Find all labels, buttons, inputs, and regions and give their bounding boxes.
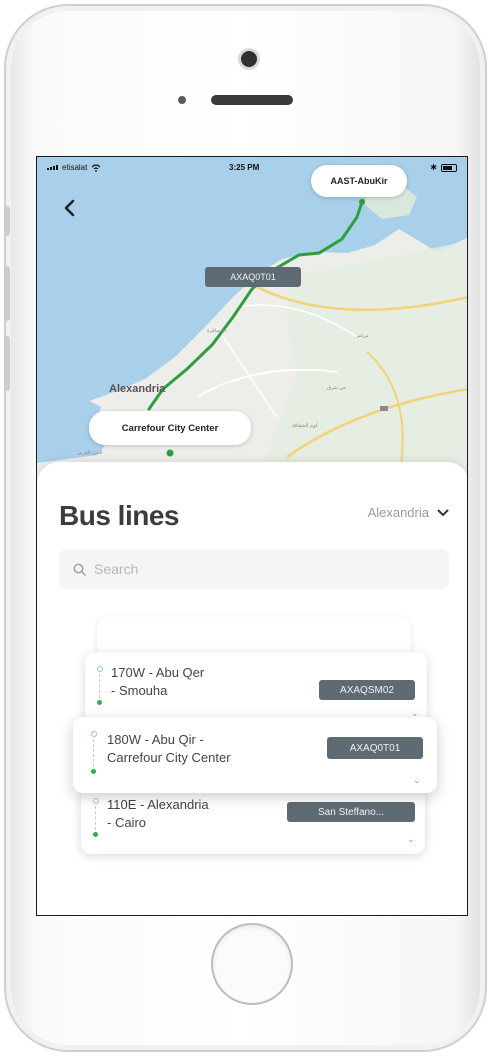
proximity-sensor xyxy=(178,96,186,104)
search-icon xyxy=(73,563,86,576)
carrier-name: etisalat xyxy=(62,163,88,172)
bus-line-name: 110E - Alexandria xyxy=(107,797,209,812)
map-place-label-city: Alexandria xyxy=(109,383,166,395)
status-time: 3:25 PM xyxy=(229,163,260,172)
chevron-left-icon xyxy=(64,199,75,217)
bus-line-card[interactable]: 170W - Abu Qer - Smouha AXAQSM02 ⌄ xyxy=(85,652,427,722)
front-camera xyxy=(241,51,257,67)
bus-lines-sheet: Bus lines Alexandria 170W - Abu Qer - Sm… xyxy=(37,462,467,915)
mute-switch xyxy=(4,206,10,236)
bus-position-tag[interactable]: AXAQ0T01 xyxy=(205,267,301,287)
route-end-dot xyxy=(93,832,98,837)
bus-line-tag: AXAQSM02 xyxy=(319,680,415,700)
status-bar: etisalat 3:25 PM ✱ xyxy=(37,157,467,179)
battery-icon xyxy=(441,163,457,172)
chevron-down-icon: ⌄ xyxy=(407,834,415,844)
search-input[interactable] xyxy=(94,561,394,577)
route-start-dot xyxy=(91,731,97,737)
bus-line-name: 180W - Abu Qir - xyxy=(107,732,204,747)
svg-text:كوم الشقافة: كوم الشقافة xyxy=(292,423,319,429)
svg-text:مرغم: مرغم xyxy=(357,333,369,339)
city-selector-label: Alexandria xyxy=(367,505,429,520)
phone-frame: العصافرة مرغم حي شرق كوم الشقافة الحي ال… xyxy=(4,4,487,1052)
bluetooth-icon: ✱ xyxy=(430,163,437,172)
bus-line-card[interactable]: 110E - Alexandria - Cairo San Steffano..… xyxy=(81,788,425,854)
route-start-dot xyxy=(93,798,99,804)
city-selector[interactable]: Alexandria xyxy=(368,505,449,520)
chevron-down-icon xyxy=(437,509,449,516)
app-screen: العصافرة مرغم حي شرق كوم الشقافة الحي ال… xyxy=(36,156,468,916)
bus-line-card-selected[interactable]: 180W - Abu Qir - Carrefour City Center A… xyxy=(73,717,437,793)
route-start-dot xyxy=(97,666,103,672)
volume-up-button xyxy=(4,266,10,321)
earpiece-speaker xyxy=(211,95,293,105)
search-bar[interactable] xyxy=(59,549,449,589)
svg-text:حي شرق: حي شرق xyxy=(327,385,346,391)
chevron-down-icon: ⌄ xyxy=(413,775,421,785)
volume-down-button xyxy=(4,336,10,391)
svg-text:العصافرة: العصافرة xyxy=(207,328,226,334)
route-end-dot xyxy=(97,700,102,705)
back-button[interactable] xyxy=(57,195,83,221)
bus-line-name-cont: - Smouha xyxy=(111,683,168,698)
route-end-dot xyxy=(91,769,96,774)
route-end-pill[interactable]: Carrefour City Center xyxy=(89,411,251,445)
cell-signal-icon xyxy=(47,165,58,170)
bus-line-tag: San Steffano... xyxy=(287,802,415,822)
bus-line-tag: AXAQ0T01 xyxy=(327,737,423,759)
home-button[interactable] xyxy=(211,923,293,1005)
bus-line-name-cont: Carrefour City Center xyxy=(107,750,231,765)
route-map[interactable]: العصافرة مرغم حي شرق كوم الشقافة الحي ال… xyxy=(37,157,467,488)
bus-line-name-cont: - Cairo xyxy=(107,815,147,830)
sheet-title: Bus lines xyxy=(59,500,179,531)
wifi-icon xyxy=(91,163,101,172)
bus-line-name: 170W - Abu Qer xyxy=(111,665,205,680)
svg-text:الحي الغربي: الحي الغربي xyxy=(77,450,102,456)
